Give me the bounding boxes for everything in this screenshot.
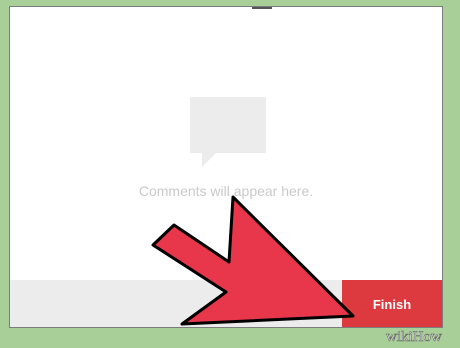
bottom-bar: Finish <box>10 280 442 327</box>
top-notch <box>252 7 272 9</box>
wikihow-watermark: wikiHow <box>386 329 443 346</box>
app-screen: Comments will appear here. Finish <box>9 6 443 328</box>
watermark-text: wikiHow <box>386 329 442 345</box>
wikihow-frame: Comments will appear here. Finish wikiHo… <box>0 0 460 348</box>
finish-button[interactable]: Finish <box>342 280 442 327</box>
speech-bubble-icon <box>190 97 266 167</box>
empty-comments-message: Comments will appear here. <box>138 183 314 199</box>
